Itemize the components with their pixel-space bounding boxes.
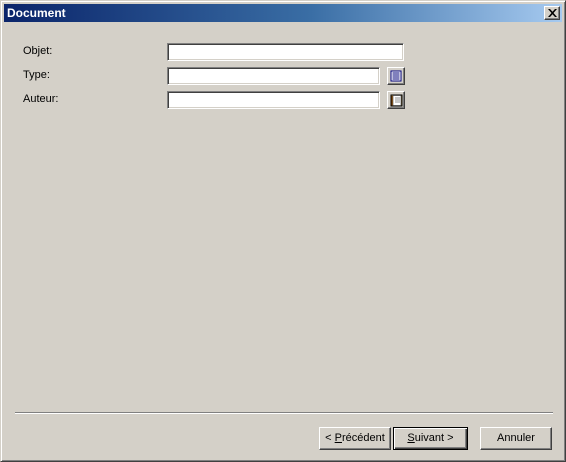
auteur-input[interactable] <box>167 91 380 109</box>
close-icon <box>548 9 557 17</box>
book-icon <box>390 94 403 107</box>
type-label: Type: <box>23 69 50 81</box>
previous-mnemonic: P <box>334 432 342 444</box>
document-dialog: Document Objet: Type: Auteur: < Précéden… <box>0 0 566 462</box>
title-bar[interactable]: Document <box>4 4 562 22</box>
window-title: Document <box>7 6 66 20</box>
close-button[interactable] <box>544 6 560 20</box>
next-mnemonic: S <box>407 432 415 444</box>
previous-button[interactable]: < Précédent <box>319 427 391 450</box>
type-input[interactable] <box>167 67 380 85</box>
next-button[interactable]: Suivant > <box>393 427 468 450</box>
previous-prefix: < <box>325 432 335 444</box>
next-label-rest: uivant <box>414 432 445 444</box>
objet-label: Objet: <box>23 45 53 57</box>
type-lookup-button[interactable] <box>387 67 405 85</box>
auteur-lookup-button[interactable] <box>387 91 405 109</box>
previous-label-rest: récédent <box>342 432 385 444</box>
list-icon <box>390 70 402 82</box>
cancel-button[interactable]: Annuler <box>480 427 552 450</box>
objet-input[interactable] <box>167 43 404 61</box>
button-separator <box>15 412 553 414</box>
auteur-label: Auteur: <box>23 93 59 105</box>
next-suffix: > <box>444 432 454 444</box>
